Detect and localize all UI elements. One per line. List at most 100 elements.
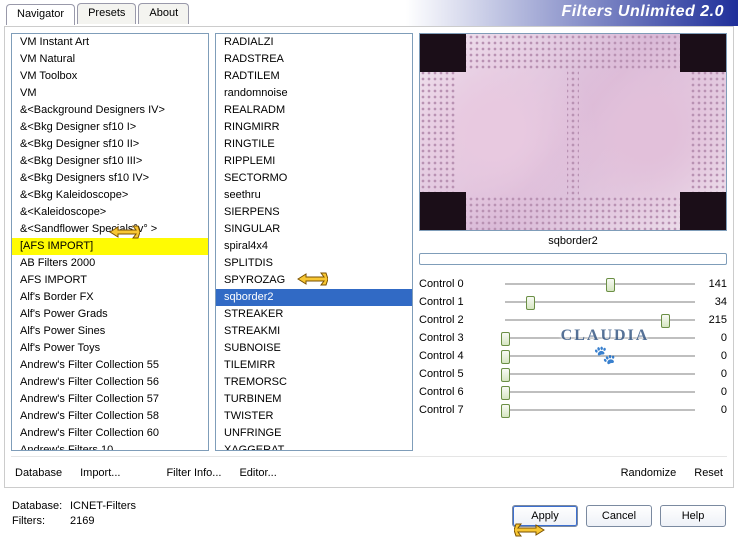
reset-button[interactable]: Reset <box>690 465 727 481</box>
footer-buttons: Apply Cancel Help <box>512 505 726 527</box>
category-item[interactable]: &<Bkg Designers sf10 IV> <box>12 170 208 187</box>
category-item[interactable]: &<Bkg Designer sf10 II> <box>12 136 208 153</box>
category-item[interactable]: Andrew's Filter Collection 58 <box>12 408 208 425</box>
help-button[interactable]: Help <box>660 505 726 527</box>
control-label: Control 3 <box>419 332 505 344</box>
control-row: Control 7 0 <box>419 401 727 419</box>
control-slider[interactable] <box>505 312 695 328</box>
filter-item[interactable]: SECTORMO <box>216 170 412 187</box>
category-item[interactable]: VM Instant Art <box>12 34 208 51</box>
tab-strip: Navigator Presets About <box>6 3 189 24</box>
control-row: Control 4 0 <box>419 347 727 365</box>
filter-item[interactable]: RADTILEM <box>216 68 412 85</box>
preview-image <box>419 33 727 231</box>
category-item[interactable]: AB Filters 2000 <box>12 255 208 272</box>
category-item[interactable]: Alf's Power Sines <box>12 323 208 340</box>
filter-info-button[interactable]: Filter Info... <box>162 465 225 481</box>
filter-item[interactable]: SIERPENS <box>216 204 412 221</box>
filter-item[interactable]: TILEMIRR <box>216 357 412 374</box>
filter-item[interactable]: TREMORSC <box>216 374 412 391</box>
control-slider[interactable] <box>505 384 695 400</box>
control-row: Control 50 <box>419 365 727 383</box>
control-slider[interactable] <box>505 330 695 346</box>
control-label: Control 7 <box>419 404 505 416</box>
control-value: 0 <box>695 368 727 380</box>
database-button[interactable]: Database <box>11 465 66 481</box>
category-item[interactable]: &<Bkg Designer sf10 I> <box>12 119 208 136</box>
category-item[interactable]: AFS IMPORT <box>12 272 208 289</box>
filter-item[interactable]: randomnoise <box>216 85 412 102</box>
filter-item[interactable]: SINGULAR <box>216 221 412 238</box>
category-item[interactable]: VM Natural <box>12 51 208 68</box>
filter-item[interactable]: REALRADM <box>216 102 412 119</box>
filter-item[interactable]: SPYROZAG <box>216 272 412 289</box>
import-button[interactable]: Import... <box>76 465 124 481</box>
category-item[interactable]: Alf's Power Grads <box>12 306 208 323</box>
category-item[interactable]: &<Bkg Kaleidoscope> <box>12 187 208 204</box>
control-value: 0 <box>695 350 727 362</box>
filter-item[interactable]: RIPPLEMI <box>216 153 412 170</box>
filter-item[interactable]: RINGMIRR <box>216 119 412 136</box>
filter-item[interactable]: STREAKMI <box>216 323 412 340</box>
category-item[interactable]: Andrew's Filters 10 <box>12 442 208 451</box>
progress-bar <box>419 253 727 265</box>
category-item[interactable]: &<Sandflower Specials°v° > <box>12 221 208 238</box>
category-item[interactable]: VM Toolbox <box>12 68 208 85</box>
app-title: Filters Unlimited 2.0 <box>561 3 724 21</box>
control-slider[interactable] <box>505 348 695 364</box>
control-value: 34 <box>695 296 727 308</box>
filter-item[interactable]: UNFRINGE <box>216 425 412 442</box>
control-label: Control 2 <box>419 314 505 326</box>
tab-navigator[interactable]: Navigator <box>6 4 75 25</box>
control-label: Control 1 <box>419 296 505 308</box>
filter-item[interactable]: XAGGERAT <box>216 442 412 451</box>
header-bar: Navigator Presets About Filters Unlimite… <box>0 0 738 26</box>
filter-item[interactable]: SPLITDIS <box>216 255 412 272</box>
tab-presets[interactable]: Presets <box>77 3 136 24</box>
control-slider[interactable] <box>505 402 695 418</box>
control-row: Control 2215 <box>419 311 727 329</box>
control-value: 0 <box>695 332 727 344</box>
category-item[interactable]: Alf's Border FX <box>12 289 208 306</box>
control-slider[interactable] <box>505 294 695 310</box>
control-label: Control 0 <box>419 278 505 290</box>
category-item[interactable]: Andrew's Filter Collection 56 <box>12 374 208 391</box>
control-value: 0 <box>695 404 727 416</box>
category-item[interactable]: Andrew's Filter Collection 57 <box>12 391 208 408</box>
control-label: Control 4 <box>419 350 505 362</box>
filter-list[interactable]: RADIALZIRADSTREARADTILEMrandomnoiseREALR… <box>215 33 413 451</box>
filter-item[interactable]: sqborder2 <box>216 289 412 306</box>
control-slider[interactable] <box>505 276 695 292</box>
footer: Database:ICNET-Filters Filters:2169 Appl… <box>0 491 738 545</box>
category-item[interactable]: Andrew's Filter Collection 60 <box>12 425 208 442</box>
editor-button[interactable]: Editor... <box>235 465 280 481</box>
control-value: 141 <box>695 278 727 290</box>
filter-item[interactable]: STREAKER <box>216 306 412 323</box>
filter-item[interactable]: TWISTER <box>216 408 412 425</box>
category-item[interactable]: &<Kaleidoscope> <box>12 204 208 221</box>
filter-item[interactable]: spiral4x4 <box>216 238 412 255</box>
control-slider[interactable] <box>505 366 695 382</box>
category-item[interactable]: [AFS IMPORT] <box>12 238 208 255</box>
filter-item[interactable]: RADSTREA <box>216 51 412 68</box>
preview-name: sqborder2 <box>419 235 727 247</box>
filter-item[interactable]: RINGTILE <box>216 136 412 153</box>
category-item[interactable]: VM <box>12 85 208 102</box>
controls-group: Control 0141Control 134Control 2215Contr… <box>419 275 727 419</box>
control-row: Control 1 34 <box>419 293 727 311</box>
category-item[interactable]: &<Background Designers IV> <box>12 102 208 119</box>
randomize-button[interactable]: Randomize <box>617 465 681 481</box>
category-item[interactable]: &<Bkg Designer sf10 III> <box>12 153 208 170</box>
filter-item[interactable]: seethru <box>216 187 412 204</box>
filter-item[interactable]: SUBNOISE <box>216 340 412 357</box>
bottom-actions: Database Import... Filter Info... Editor… <box>11 456 727 481</box>
tab-about[interactable]: About <box>138 3 189 24</box>
filter-item[interactable]: RADIALZI <box>216 34 412 51</box>
category-list[interactable]: VM Instant ArtVM NaturalVM ToolboxVM&<Ba… <box>11 33 209 451</box>
control-row: Control 3 0 <box>419 329 727 347</box>
category-item[interactable]: Alf's Power Toys <box>12 340 208 357</box>
apply-button[interactable]: Apply <box>512 505 578 527</box>
cancel-button[interactable]: Cancel <box>586 505 652 527</box>
category-item[interactable]: Andrew's Filter Collection 55 <box>12 357 208 374</box>
filter-item[interactable]: TURBINEM <box>216 391 412 408</box>
